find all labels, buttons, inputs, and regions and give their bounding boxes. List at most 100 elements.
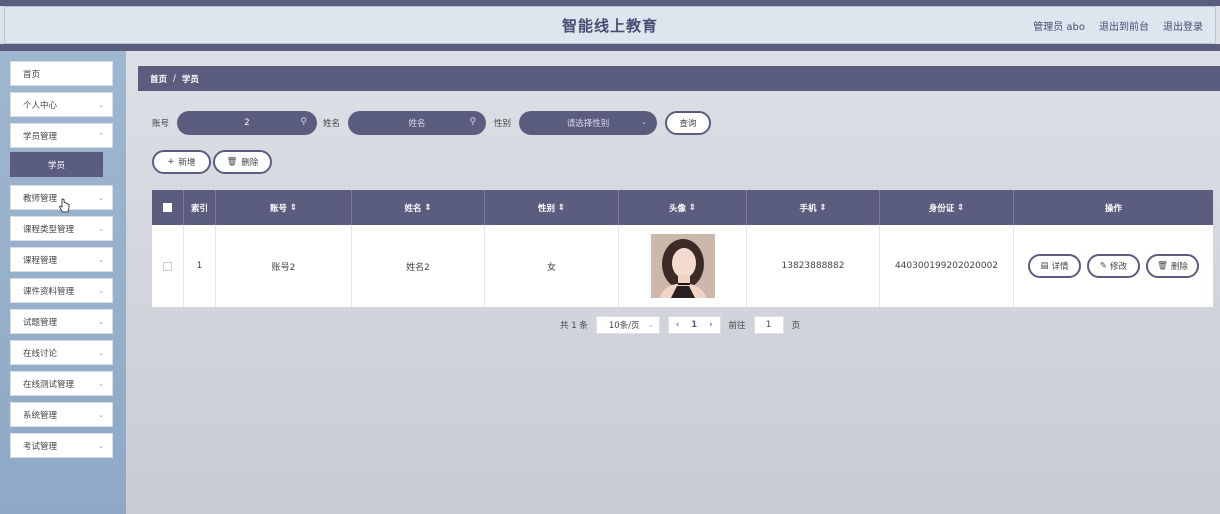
sidebar-item-course-type-management[interactable]: 课程类型管理 ⌄ [10, 216, 113, 241]
sidebar-item-system-management[interactable]: 系统管理 ⌄ [10, 402, 113, 427]
cell-operations: ▤ 详情 ✎ 修改 🗑 删除 [1014, 225, 1213, 307]
pagination-total: 共 1 条 [560, 321, 588, 331]
chevron-down-icon: ⌄ [98, 348, 104, 357]
cell-account: 账号2 [216, 225, 352, 307]
sidebar-item-course-management[interactable]: 课程管理 ⌄ [10, 247, 113, 272]
sidebar: 首页 个人中心 ⌄ 学员管理 ⌃ 学员 教师管理 ⌄ 课程类型管理 ⌄ 课程管理… [0, 51, 126, 514]
page-size-select[interactable]: 10条/页 ⌄ [595, 316, 660, 334]
header-name[interactable]: 姓名 ⇕ [352, 190, 485, 225]
chevron-down-icon: ⌄ [98, 255, 104, 264]
document-icon: ▤ [1040, 261, 1049, 271]
name-input-placeholder: 姓名 [408, 119, 426, 129]
search-icon: ⚲ [469, 117, 477, 127]
header-account[interactable]: 账号 ⇕ [216, 190, 352, 225]
header-phone[interactable]: 手机 ⇕ [747, 190, 880, 225]
chevron-down-icon: ⌄ [98, 410, 104, 419]
sidebar-item-label: 考试管理 [23, 441, 58, 452]
gender-select[interactable]: 请选择性别 ⌄ [519, 111, 658, 135]
to-front-link[interactable]: 退出到前台 [1099, 18, 1149, 33]
header-label: 性别 [537, 203, 555, 214]
header-label: 手机 [799, 203, 817, 214]
header-index: 索引 [184, 190, 216, 225]
goto-page-input[interactable]: 1 [753, 316, 784, 334]
gender-label: 性别 [494, 119, 512, 129]
header-gender[interactable]: 性别 ⇕ [485, 190, 619, 225]
chevron-down-icon: ⌄ [98, 441, 104, 450]
avatar[interactable] [650, 234, 715, 298]
cell-name: 姓名2 [352, 225, 485, 307]
header-actions: 管理员 abo 退出到前台 退出登录 [1033, 7, 1203, 43]
table-row: 1 账号2 姓名2 女 13823888882 4403001992020200… [152, 225, 1213, 307]
detail-button[interactable]: ▤ 详情 [1028, 254, 1081, 278]
logout-link[interactable]: 退出登录 [1163, 18, 1203, 33]
breadcrumb: 首页 / 学员 [138, 66, 1220, 91]
sidebar-item-question-management[interactable]: 试题管理 ⌄ [10, 309, 113, 334]
sidebar-item-label: 课件资料管理 [23, 286, 75, 297]
pagination: 共 1 条 10条/页 ⌄ ‹ 1 › 前往 1 页 [560, 316, 800, 334]
account-input-value: 2 [244, 118, 250, 128]
sort-icon: ⇕ [286, 202, 298, 213]
sidebar-item-label: 教师管理 [23, 193, 58, 204]
edit-button-label: 修改 [1110, 262, 1128, 272]
page-unit-label: 页 [791, 321, 801, 331]
sidebar-item-online-test-management[interactable]: 在线测试管理 ⌄ [10, 371, 113, 396]
breadcrumb-current: 学员 [181, 74, 199, 85]
delete-button[interactable]: 🗑 删除 [1146, 254, 1199, 278]
trash-icon: 🗑 [1157, 261, 1168, 271]
cell-id-card: 440300199202020002 [880, 225, 1014, 307]
action-bar: + 新增 🗑 删除 [152, 150, 272, 174]
header-label: 身份证 [928, 203, 955, 214]
account-search-input[interactable]: 2 ⚲ [177, 111, 318, 135]
sort-icon: ⇕ [421, 202, 432, 213]
sidebar-item-label: 学员管理 [23, 131, 58, 142]
search-icon: ⚲ [300, 117, 308, 127]
sidebar-item-online-discussion[interactable]: 在线讨论 ⌄ [10, 340, 113, 365]
prev-page-icon[interactable]: ‹ [676, 320, 679, 330]
chevron-down-icon: ⌄ [647, 321, 654, 329]
main-content: 首页 / 学员 账号 2 ⚲ 姓名 姓名 ⚲ 性别 请选择性别 ⌄ 查询 + 新… [126, 51, 1220, 514]
chevron-down-icon: ⌄ [98, 100, 104, 109]
next-page-icon[interactable]: › [709, 320, 712, 330]
name-search-input[interactable]: 姓名 ⚲ [348, 111, 487, 135]
sidebar-item-student-management[interactable]: 学员管理 ⌃ [10, 123, 113, 148]
sort-icon: ⇕ [954, 202, 965, 213]
sidebar-item-exam-management[interactable]: 考试管理 ⌄ [10, 433, 113, 458]
delete-button-label: 删除 [241, 158, 259, 168]
cell-gender: 女 [485, 225, 619, 307]
sidebar-item-home[interactable]: 首页 [10, 61, 113, 86]
sidebar-subitem-label: 学员 [47, 160, 65, 171]
edit-button[interactable]: ✎ 修改 [1087, 254, 1140, 278]
header-label: 账号 [269, 203, 287, 214]
header-label: 姓名 [404, 203, 422, 214]
chevron-down-icon: ⌄ [98, 317, 104, 326]
add-button-label: 新增 [178, 158, 196, 168]
add-button[interactable]: + 新增 [152, 150, 211, 174]
chevron-down-icon: ⌄ [641, 118, 648, 126]
sidebar-item-label: 个人中心 [23, 100, 58, 111]
breadcrumb-home[interactable]: 首页 [150, 73, 167, 85]
sidebar-item-label: 课程类型管理 [23, 224, 75, 235]
sidebar-item-label: 首页 [23, 69, 41, 80]
cell-phone: 13823888882 [747, 225, 880, 307]
header-id-card[interactable]: 身份证 ⇕ [880, 190, 1014, 225]
app-header: 智能线上教育 管理员 abo 退出到前台 退出登录 [4, 6, 1216, 44]
row-checkbox[interactable] [163, 261, 172, 271]
header-avatar[interactable]: 头像 ⇕ [619, 190, 747, 225]
sidebar-item-courseware-management[interactable]: 课件资料管理 ⌄ [10, 278, 113, 303]
gender-select-placeholder: 请选择性别 [566, 119, 610, 129]
sidebar-subitem-student[interactable]: 学员 [10, 152, 103, 177]
batch-delete-button[interactable]: 🗑 删除 [213, 150, 272, 174]
current-page[interactable]: 1 [691, 320, 697, 330]
hand-cursor-icon [58, 198, 70, 213]
sidebar-item-label: 试题管理 [23, 317, 58, 328]
query-button[interactable]: 查询 [665, 111, 712, 135]
cell-avatar [619, 225, 747, 307]
header-operations: 操作 [1014, 190, 1213, 225]
row-select-cell [152, 225, 184, 307]
header-sub-band [0, 44, 1220, 51]
sidebar-item-personal-center[interactable]: 个人中心 ⌄ [10, 92, 113, 117]
page-size-value: 10条/页 [608, 321, 640, 331]
select-all-checkbox[interactable] [163, 203, 172, 212]
trash-icon: 🗑 [226, 157, 238, 167]
header-label: 索引 [190, 203, 208, 214]
